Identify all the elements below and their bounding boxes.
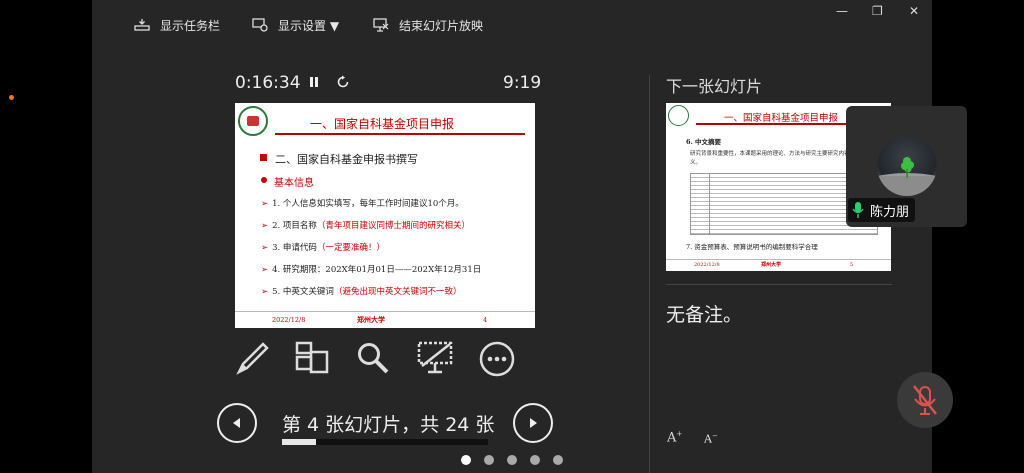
close-button[interactable]: ✕ — [909, 4, 919, 18]
show-taskbar-label: 显示任务栏 — [160, 18, 221, 33]
section-title: 基本信息 — [274, 178, 314, 189]
page-dot[interactable] — [553, 455, 563, 465]
more-icon[interactable] — [478, 340, 516, 378]
end-slideshow-button[interactable]: 结束幻灯片放映 — [373, 15, 483, 35]
page-dot[interactable] — [530, 455, 540, 465]
footer-date: 2022/12/8 — [272, 316, 306, 324]
all-slides-icon[interactable] — [294, 340, 330, 376]
slide-footer: 2022/12/8 郑州大学 4 — [235, 311, 535, 328]
current-slide[interactable]: 一、国家自科基金项目申报 二、国家自科基金申报书撰写 基本信息 ➢ 1. 个人信息… — [235, 103, 535, 328]
next-slide-heading: 6. 中文摘要 — [686, 138, 722, 146]
participant-video-tile[interactable]: 陈力朋 — [846, 106, 967, 227]
notes-divider — [666, 284, 892, 285]
next-icon — [530, 418, 537, 428]
slide-title: 一、国家自科基金项目申报 — [310, 117, 455, 131]
next-slide-title: 一、国家自科基金项目申报 — [724, 113, 839, 124]
black-screen-icon[interactable] — [416, 340, 454, 376]
slide-counter: 第 4 张幻灯片，共 24 张 — [282, 414, 495, 436]
previous-icon — [233, 418, 240, 428]
avatar — [877, 136, 937, 196]
next-slide-button[interactable] — [513, 403, 553, 443]
next-slide-item: 7. 资金预算表、预算说明书的编制要科学合理 — [686, 243, 818, 251]
slide-progress-fill — [282, 439, 317, 445]
participant-name-tag: 陈力朋 — [848, 198, 916, 222]
presenter-view: 显示任务栏 显示设置 ▼ 结束幻灯片放映 — ❐ ✕ 0:16:34 9:19 … — [92, 0, 932, 473]
footer-page: 4 — [483, 316, 488, 324]
page-dot[interactable] — [484, 455, 494, 465]
list-item: ➢ 2. 项目名称（青年项目建议同博士期间的研究相关） — [261, 221, 470, 231]
footer-page: 5 — [850, 262, 854, 268]
decrease-font-button[interactable]: A− — [704, 432, 718, 446]
heading-bullet — [260, 154, 267, 161]
current-time: 9:19 — [503, 73, 542, 93]
restore-button[interactable]: ❐ — [872, 4, 883, 18]
footer-date: 2022/12/8 — [694, 262, 720, 268]
mic-muted-icon — [913, 385, 937, 415]
display-settings-icon — [252, 18, 268, 32]
list-item: ➢ 3. 申请代码（一定要准确！） — [261, 243, 385, 253]
next-slide-label: 下一张幻灯片 — [666, 77, 763, 96]
zoom-icon[interactable] — [355, 340, 391, 376]
pause-icon[interactable] — [308, 75, 320, 89]
display-settings-button[interactable]: 显示设置 ▼ — [252, 15, 339, 35]
page-indicator — [461, 455, 576, 465]
mute-button[interactable] — [897, 372, 953, 428]
minimize-button[interactable]: — — [836, 4, 848, 18]
list-item: ➢ 5. 中英文关键词（避免出现中英文关键词不一致） — [261, 287, 462, 297]
slide-progress — [282, 439, 488, 445]
panel-divider — [649, 75, 650, 473]
show-taskbar-button[interactable]: 显示任务栏 — [134, 15, 220, 35]
participant-name: 陈力朋 — [870, 204, 910, 220]
speaker-notes: 无备注。 — [666, 304, 743, 326]
university-logo — [238, 106, 268, 136]
display-settings-label: 显示设置 ▼ — [278, 18, 340, 33]
list-item: ➢ 4. 研究期限：202X年01月01日——202X年12月31日 — [261, 265, 482, 275]
section-bullet — [261, 177, 267, 183]
slide-heading: 二、国家自科基金申报书撰写 — [275, 153, 418, 166]
page-dot[interactable] — [461, 455, 471, 465]
end-slideshow-icon — [373, 18, 389, 32]
presenter-toolbar: 显示任务栏 显示设置 ▼ 结束幻灯片放映 — ❐ ✕ — [92, 0, 932, 50]
footer-university: 郑州大学 — [357, 315, 385, 324]
next-slide-footer: 2022/12/8 郑州大学 5 — [666, 259, 891, 271]
restart-icon[interactable] — [336, 75, 350, 89]
end-slideshow-label: 结束幻灯片放映 — [399, 18, 484, 33]
increase-font-button[interactable]: A+ — [667, 430, 682, 445]
pen-icon[interactable] — [235, 340, 271, 376]
status-dot — [9, 95, 14, 100]
list-item: ➢ 1. 个人信息如实填写，每年工作时间建议10个月。 — [261, 199, 464, 209]
previous-slide-button[interactable] — [217, 403, 257, 443]
microphone-icon — [852, 202, 864, 218]
title-rule — [275, 133, 525, 135]
elapsed-timer: 0:16:34 — [235, 73, 301, 93]
footer-university: 郑州大学 — [761, 262, 782, 268]
page-dot[interactable] — [507, 455, 517, 465]
taskbar-icon — [134, 19, 150, 31]
university-logo — [668, 105, 689, 126]
